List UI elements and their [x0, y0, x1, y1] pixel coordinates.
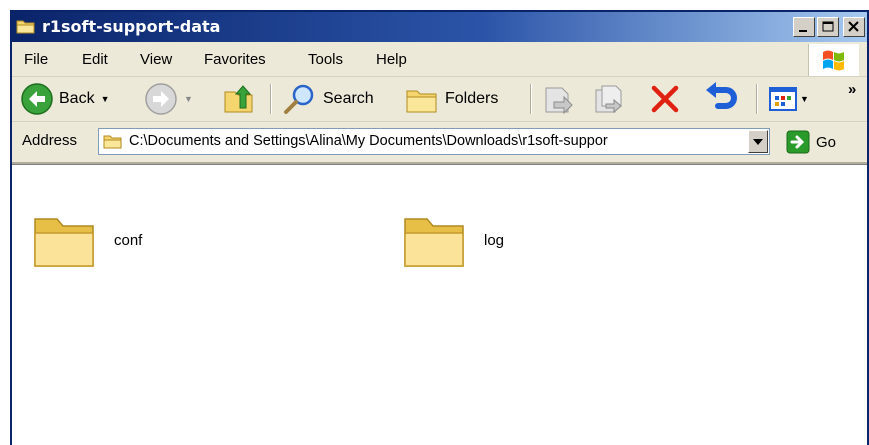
delete-icon [651, 85, 679, 113]
folder-icon [103, 135, 122, 149]
window-title: r1soft-support-data [42, 17, 221, 36]
go-button[interactable]: Go [786, 130, 836, 154]
folders-button[interactable]: Folders [404, 77, 498, 121]
menu-help[interactable]: Help [376, 51, 407, 68]
close-button[interactable] [843, 17, 865, 37]
windows-logo [808, 44, 859, 76]
chevron-down-icon[interactable]: ▼ [101, 94, 110, 104]
delete-button[interactable] [648, 77, 682, 121]
views-icon [769, 87, 797, 111]
maximize-icon [822, 21, 834, 32]
undo-icon [706, 82, 737, 109]
title-bar[interactable]: r1soft-support-data [12, 12, 867, 42]
folder-item-conf[interactable]: conf [32, 209, 142, 271]
file-list-pane: conf log [12, 164, 867, 445]
forward-arrow-icon [145, 83, 177, 115]
windows-flag-icon [823, 50, 844, 71]
forward-button[interactable]: ▼ [144, 77, 193, 121]
chevron-down-icon [753, 139, 763, 145]
maximize-button[interactable] [817, 17, 839, 37]
copy-to-icon [595, 85, 622, 114]
views-button[interactable]: ▼ [768, 77, 809, 121]
address-bar: Address C:\Documents and Settings\Alina\… [12, 122, 867, 164]
menu-view[interactable]: View [140, 51, 172, 68]
folder-label: conf [114, 231, 143, 249]
explorer-window: r1soft-support-data File Edit View Favor… [10, 10, 869, 445]
close-icon [848, 21, 859, 32]
menu-file[interactable]: File [24, 51, 48, 68]
search-button[interactable]: Search [282, 77, 374, 121]
menu-bar: File Edit View Favorites Tools Help [12, 42, 867, 77]
address-value[interactable]: C:\Documents and Settings\Alina\My Docum… [129, 133, 608, 149]
go-arrow-icon [786, 130, 810, 154]
chevron-down-icon[interactable]: ▼ [800, 94, 809, 104]
minimize-button[interactable] [793, 17, 815, 37]
search-label: Search [323, 90, 374, 107]
address-input[interactable]: C:\Documents and Settings\Alina\My Docum… [98, 128, 770, 155]
menu-tools[interactable]: Tools [308, 51, 343, 68]
back-label: Back [59, 90, 95, 107]
folder-item-log[interactable]: log [402, 209, 504, 271]
move-to-button[interactable] [542, 77, 576, 121]
chevron-down-icon[interactable]: ▼ [184, 94, 193, 104]
menu-favorites[interactable]: Favorites [204, 51, 266, 68]
up-folder-icon [224, 85, 253, 113]
address-dropdown-button[interactable] [748, 130, 768, 153]
move-to-icon [545, 87, 573, 115]
address-label: Address [22, 132, 78, 149]
folders-label: Folders [445, 90, 499, 107]
standard-toolbar: Back ▼ ▼ Search Folders ▼ » [12, 77, 867, 122]
back-button[interactable]: Back ▼ [20, 77, 110, 121]
folder-icon [16, 20, 35, 34]
go-label: Go [816, 133, 837, 151]
folder-label: log [484, 231, 505, 249]
undo-button[interactable] [702, 77, 740, 121]
toolbar-overflow-button[interactable]: » [848, 81, 856, 98]
copy-to-button[interactable] [592, 77, 626, 121]
search-icon [284, 84, 314, 114]
menu-edit[interactable]: Edit [82, 51, 108, 68]
back-arrow-icon [21, 83, 53, 115]
folder-icon [404, 218, 464, 267]
folder-icon [34, 218, 94, 267]
up-folder-button[interactable] [222, 77, 256, 121]
folders-icon [406, 90, 437, 113]
minimize-icon [799, 30, 807, 32]
